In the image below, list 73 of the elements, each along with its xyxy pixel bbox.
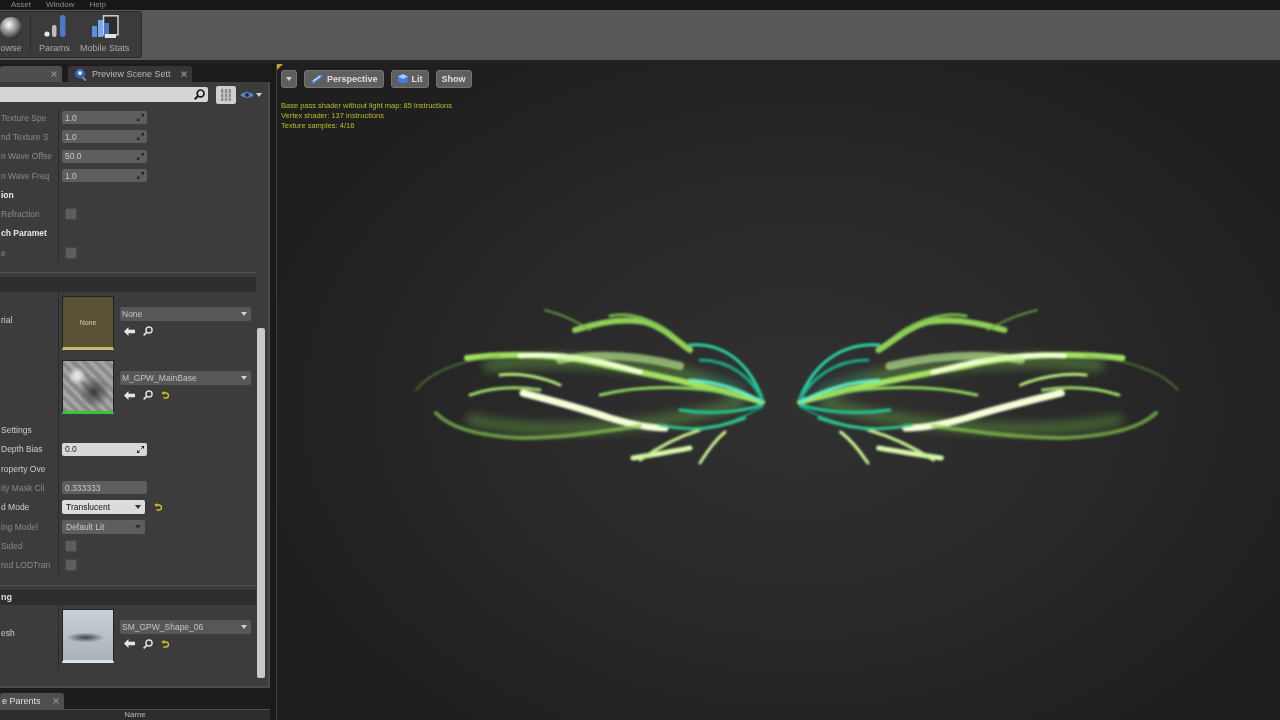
category-header[interactable]: ng bbox=[0, 589, 256, 605]
eye-icon bbox=[240, 90, 254, 99]
property-label: red LODTran bbox=[0, 560, 51, 571]
property-label: Depth Bias bbox=[0, 444, 43, 455]
bar-chart-monitor-icon bbox=[90, 15, 119, 39]
asset-dropdown[interactable]: None bbox=[120, 307, 251, 322]
magnifier-icon bbox=[74, 67, 87, 81]
toolbar-button[interactable]: owse bbox=[0, 12, 27, 57]
column-header[interactable]: Name bbox=[124, 710, 146, 720]
scrollbar-thumb[interactable] bbox=[257, 328, 265, 678]
visibility-button[interactable] bbox=[240, 90, 262, 99]
toolbar-button[interactable]: Mobile Stats bbox=[75, 12, 135, 57]
property-label: ion bbox=[0, 189, 14, 200]
caret-icon bbox=[135, 505, 141, 510]
spin-arrows-icon bbox=[137, 133, 144, 141]
menu-item[interactable]: Window bbox=[46, 0, 75, 9]
tab[interactable]: Preview Scene Sett bbox=[68, 66, 192, 82]
caret-icon bbox=[135, 524, 141, 529]
property-label: Sided bbox=[0, 540, 23, 551]
slanted-tile-icon bbox=[310, 74, 324, 84]
grid-icon bbox=[221, 88, 231, 101]
property-label: ch Paramet bbox=[0, 228, 47, 239]
spin-arrows-icon bbox=[137, 445, 144, 453]
property-label: nd Texture S bbox=[0, 131, 49, 142]
bar-chart-icon bbox=[43, 15, 66, 39]
number-field[interactable]: 0.0 bbox=[62, 442, 147, 456]
show-button[interactable]: Show bbox=[435, 70, 472, 88]
reset-arrow-icon[interactable] bbox=[154, 503, 162, 512]
tab[interactable]: e Parents bbox=[0, 693, 64, 709]
spin-arrows-icon bbox=[137, 152, 144, 160]
property-label: Settings bbox=[0, 425, 32, 435]
property-label: e bbox=[0, 247, 6, 258]
view-options-button[interactable] bbox=[281, 70, 297, 88]
caret-icon bbox=[241, 624, 247, 629]
arrow-left-icon[interactable] bbox=[124, 326, 135, 336]
spin-arrows-icon bbox=[137, 172, 144, 180]
property-label: ing Model bbox=[0, 521, 38, 532]
arrow-left-icon[interactable] bbox=[124, 639, 135, 649]
reset-arrow-icon[interactable] bbox=[161, 639, 169, 648]
asset-dropdown[interactable]: M_GPW_MainBase bbox=[120, 371, 251, 386]
arrow-left-icon[interactable] bbox=[124, 390, 135, 400]
property-label: ity Mask Cli bbox=[0, 482, 45, 493]
search-icon[interactable] bbox=[143, 326, 153, 337]
asset-dropdown[interactable]: SM_GPW_Shape_06 bbox=[120, 619, 251, 634]
material-thumbnail[interactable] bbox=[62, 360, 114, 415]
property-label: d Mode bbox=[0, 502, 30, 513]
close-icon[interactable] bbox=[180, 71, 187, 77]
sphere-icon bbox=[0, 17, 22, 39]
caret-icon bbox=[241, 376, 247, 381]
property-label: esh bbox=[0, 627, 15, 638]
lit-button[interactable]: Lit bbox=[390, 70, 429, 88]
caret-icon bbox=[256, 92, 262, 97]
toolbar-button[interactable]: Params bbox=[34, 12, 75, 57]
cube-icon bbox=[396, 73, 409, 85]
dropdown[interactable]: Translucent bbox=[62, 500, 145, 515]
caret-icon bbox=[286, 77, 292, 81]
spin-arrows-icon bbox=[137, 114, 144, 122]
property-label: Refraction bbox=[0, 209, 40, 220]
grid-view-button[interactable] bbox=[216, 85, 236, 104]
search-icon[interactable] bbox=[143, 390, 153, 401]
search-field[interactable] bbox=[0, 87, 208, 102]
property-label: rial bbox=[0, 315, 13, 326]
search-icon bbox=[194, 89, 205, 100]
menu-item[interactable]: Asset bbox=[11, 0, 31, 9]
perspective-button[interactable]: Perspective bbox=[304, 70, 384, 88]
property-label: Texture Spe bbox=[0, 112, 47, 123]
reset-arrow-icon[interactable] bbox=[161, 391, 169, 400]
corner-marker-icon bbox=[277, 64, 283, 70]
caret-icon bbox=[241, 312, 247, 317]
menu-item[interactable]: Help bbox=[89, 0, 106, 9]
property-label: roperty Ove bbox=[0, 463, 46, 474]
search-icon[interactable] bbox=[143, 638, 153, 649]
mesh-thumbnail[interactable] bbox=[62, 608, 114, 663]
